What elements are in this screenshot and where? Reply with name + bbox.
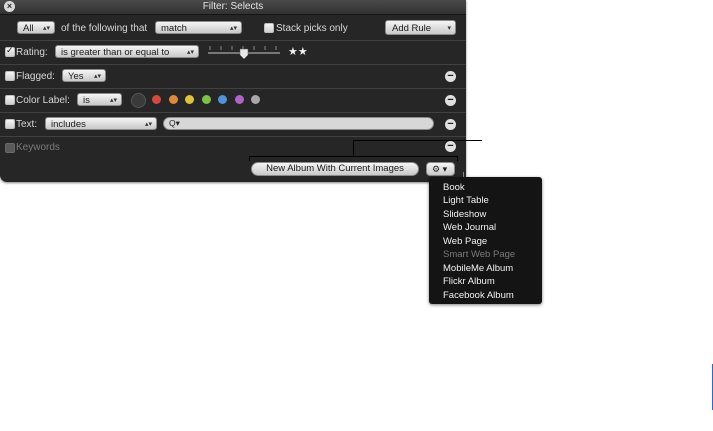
remove-color-label-rule-button[interactable]: − bbox=[445, 95, 456, 106]
color-swatch[interactable] bbox=[251, 95, 260, 104]
rating-slider[interactable] bbox=[206, 44, 282, 60]
updown-arrow-icon: ▴▾ bbox=[93, 73, 101, 80]
menu-item-facebook-album[interactable]: Facebook Album bbox=[443, 290, 514, 301]
color-label-operator-popup[interactable]: is ▴▾ bbox=[77, 93, 122, 106]
remove-keywords-rule-button[interactable]: − bbox=[445, 141, 456, 152]
text-rule-row: Text: includes ▴▾ Q▾ − bbox=[0, 113, 466, 137]
color-swatch[interactable] bbox=[201, 95, 211, 104]
updown-arrow-icon: ▴▾ bbox=[109, 97, 117, 104]
minus-icon: − bbox=[447, 70, 454, 82]
flagged-rule-row: Flagged: Yes ▴▾ − bbox=[0, 65, 466, 89]
color-swatches bbox=[131, 92, 271, 108]
filter-hud-window: × Filter: Selects All ▴▾ of the following… bbox=[0, 0, 466, 182]
rating-operator-popup[interactable]: is greater than or equal to ▴▾ bbox=[55, 45, 199, 58]
gear-icon: ⚙ ▾ bbox=[432, 164, 448, 174]
match-criteria-row: All ▴▾ of the following that match ▴▾ Stac… bbox=[0, 15, 466, 41]
minus-icon: − bbox=[447, 140, 454, 152]
text-label: Text: bbox=[16, 119, 38, 130]
remove-text-rule-button[interactable]: − bbox=[445, 119, 456, 130]
color-swatch-none[interactable] bbox=[131, 93, 146, 108]
menu-item-smart-web-page: Smart Web Page bbox=[443, 249, 516, 260]
color-swatch[interactable] bbox=[218, 95, 227, 104]
color-label-label: Color Label: bbox=[16, 95, 70, 106]
rating-checkbox[interactable] bbox=[5, 45, 15, 57]
scope-popup[interactable]: All ▴▾ bbox=[17, 21, 55, 34]
color-swatch[interactable] bbox=[168, 95, 178, 104]
text-search-field[interactable]: Q▾ bbox=[163, 117, 434, 130]
callout-line bbox=[249, 156, 458, 157]
add-rule-button[interactable]: Add Rule ▾ bbox=[385, 20, 456, 35]
action-menu-button[interactable]: ⚙ ▾ bbox=[426, 162, 455, 176]
color-label-rule-row: Color Label: is ▴▾ − bbox=[0, 89, 466, 113]
title-bar: × Filter: Selects bbox=[0, 0, 466, 15]
flagged-value-popup[interactable]: Yes ▴▾ bbox=[62, 69, 106, 82]
color-swatch[interactable] bbox=[185, 95, 194, 104]
callout-line bbox=[353, 140, 482, 141]
callout-line bbox=[353, 140, 354, 156]
updown-arrow-icon: ▴▾ bbox=[229, 25, 237, 32]
window-title: Filter: Selects bbox=[202, 1, 264, 12]
new-album-button[interactable]: New Album With Current Images bbox=[251, 162, 419, 176]
menu-item-book[interactable]: Book bbox=[443, 182, 465, 193]
flagged-label: Flagged: bbox=[16, 71, 55, 82]
slider-thumb[interactable] bbox=[239, 48, 249, 60]
rating-label: Rating: bbox=[16, 47, 48, 58]
match-popup[interactable]: match ▴▾ bbox=[155, 21, 242, 34]
menu-item-web-journal[interactable]: Web Journal bbox=[443, 222, 496, 233]
menu-item-flickr-album[interactable]: Flickr Album bbox=[443, 276, 495, 287]
text-checkbox[interactable] bbox=[5, 119, 15, 129]
updown-arrow-icon: ▴▾ bbox=[144, 121, 152, 128]
stack-picks-label: Stack picks only bbox=[276, 23, 348, 34]
of-following-label: of the following that bbox=[61, 23, 148, 34]
color-swatch[interactable] bbox=[152, 95, 161, 104]
keywords-label: Keywords bbox=[16, 142, 60, 153]
text-operator-popup[interactable]: includes ▴▾ bbox=[45, 117, 157, 130]
minus-icon: − bbox=[447, 94, 454, 106]
stack-picks-checkbox[interactable] bbox=[264, 23, 274, 33]
callout-line bbox=[249, 156, 250, 161]
menu-item-light-table[interactable]: Light Table bbox=[443, 195, 489, 206]
flagged-checkbox[interactable] bbox=[5, 71, 15, 81]
color-label-checkbox[interactable] bbox=[5, 95, 15, 105]
updown-arrow-icon: ▴▾ bbox=[186, 49, 194, 56]
callout-line bbox=[457, 156, 458, 161]
menu-item-slideshow[interactable]: Slideshow bbox=[443, 209, 486, 220]
rating-rule-row: Rating: is greater than or equal to▴▾ ★★ bbox=[0, 41, 466, 65]
dropdown-arrow-icon: ▾ bbox=[447, 25, 451, 32]
search-icon[interactable]: Q▾ bbox=[169, 118, 180, 129]
action-popup-menu: Book Light Table Slideshow Web Journal W… bbox=[429, 177, 542, 304]
updown-arrow-icon: ▴▾ bbox=[42, 25, 50, 32]
keywords-checkbox[interactable] bbox=[5, 143, 15, 153]
menu-item-mobileme-album[interactable]: MobileMe Album bbox=[443, 263, 513, 274]
rating-stars: ★★ bbox=[288, 46, 308, 58]
minus-icon: − bbox=[447, 118, 454, 130]
menu-item-web-page[interactable]: Web Page bbox=[443, 236, 487, 247]
remove-flagged-rule-button[interactable]: − bbox=[445, 71, 456, 82]
color-swatch[interactable] bbox=[234, 95, 244, 104]
